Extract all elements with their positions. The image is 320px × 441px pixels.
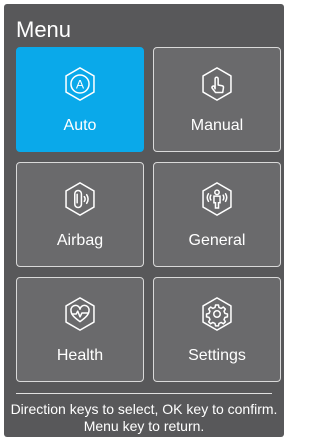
menu-tile-label: Health	[56, 347, 104, 364]
menu-tile-auto[interactable]: A Auto	[16, 47, 144, 152]
person-massage-icon	[198, 180, 236, 218]
menu-screen: Menu A Auto Manual Airbag General Health…	[4, 4, 284, 437]
menu-tile-general[interactable]: General	[153, 162, 281, 267]
menu-tile-settings[interactable]: Settings	[153, 277, 281, 382]
hand-touch-icon	[198, 65, 236, 103]
gear-icon	[198, 295, 236, 333]
menu-tile-label: General	[188, 232, 246, 249]
airbag-icon	[61, 180, 99, 218]
svg-text:A: A	[76, 77, 85, 91]
heart-pulse-icon	[61, 295, 99, 333]
menu-tile-airbag[interactable]: Airbag	[16, 162, 144, 267]
menu-tile-health[interactable]: Health	[16, 277, 144, 382]
menu-title: Menu	[16, 17, 72, 42]
auto-icon: A	[61, 65, 99, 103]
menu-tile-label: Settings	[188, 347, 246, 364]
menu-tile-label: Manual	[190, 117, 244, 134]
instruction-hint: Direction keys to select, OK key to conf…	[10, 401, 278, 434]
hint-divider	[16, 393, 272, 394]
menu-tile-label: Auto	[63, 117, 97, 134]
menu-tile-label: Airbag	[56, 232, 104, 249]
menu-tile-manual[interactable]: Manual	[153, 47, 281, 152]
